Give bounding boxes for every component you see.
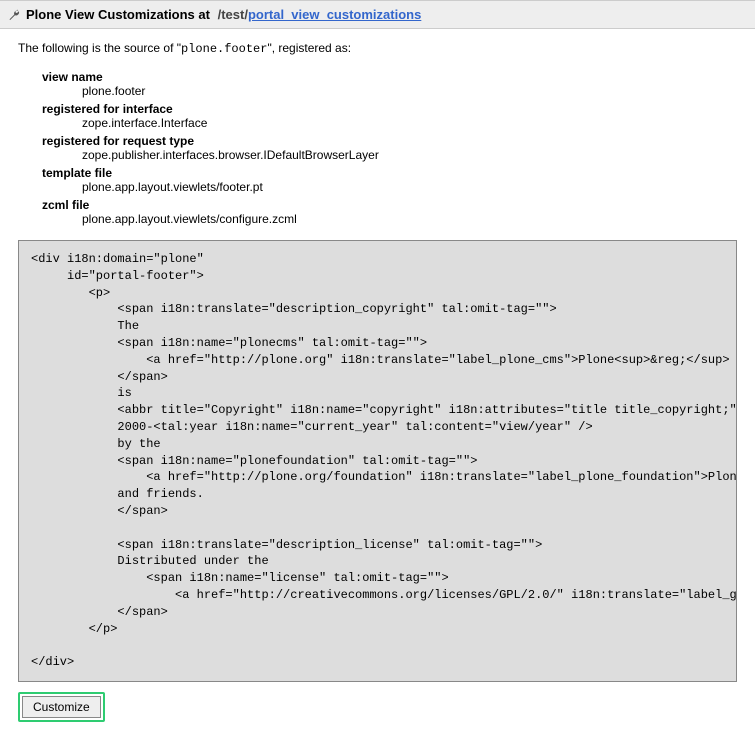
zcml-file-value: plone.app.layout.viewlets/configure.zcml	[82, 212, 737, 226]
request-type-value: zope.publisher.interfaces.browser.IDefau…	[82, 148, 737, 162]
header-bar: Plone View Customizations at /test/porta…	[0, 0, 755, 29]
template-file-value: plone.app.layout.viewlets/footer.pt	[82, 180, 737, 194]
registration-details: view name plone.footer registered for in…	[42, 70, 737, 226]
template-name: plone.footer	[181, 42, 267, 56]
request-type-label: registered for request type	[42, 134, 737, 148]
view-name-label: view name	[42, 70, 737, 84]
zcml-file-label: zcml file	[42, 198, 737, 212]
interface-value: zope.interface.Interface	[82, 116, 737, 130]
path-prefix: /test/	[218, 7, 248, 22]
page-title: Plone View Customizations at	[26, 7, 210, 22]
content-area: The following is the source of "plone.fo…	[0, 29, 755, 734]
view-name-value: plone.footer	[82, 84, 737, 98]
customize-highlight: Customize	[18, 692, 105, 722]
source-code-box: <div i18n:domain="plone" id="portal-foot…	[18, 240, 737, 682]
intro-after: ", registered as:	[267, 41, 351, 55]
breadcrumb-path: /test/portal_view_customizations	[214, 7, 421, 22]
intro-before: The following is the source of "	[18, 41, 181, 55]
template-file-label: template file	[42, 166, 737, 180]
wrench-icon	[8, 9, 20, 21]
intro-text: The following is the source of "plone.fo…	[18, 41, 737, 56]
interface-label: registered for interface	[42, 102, 737, 116]
portal-view-customizations-link[interactable]: portal_view_customizations	[248, 7, 421, 22]
customize-button[interactable]: Customize	[22, 696, 101, 718]
